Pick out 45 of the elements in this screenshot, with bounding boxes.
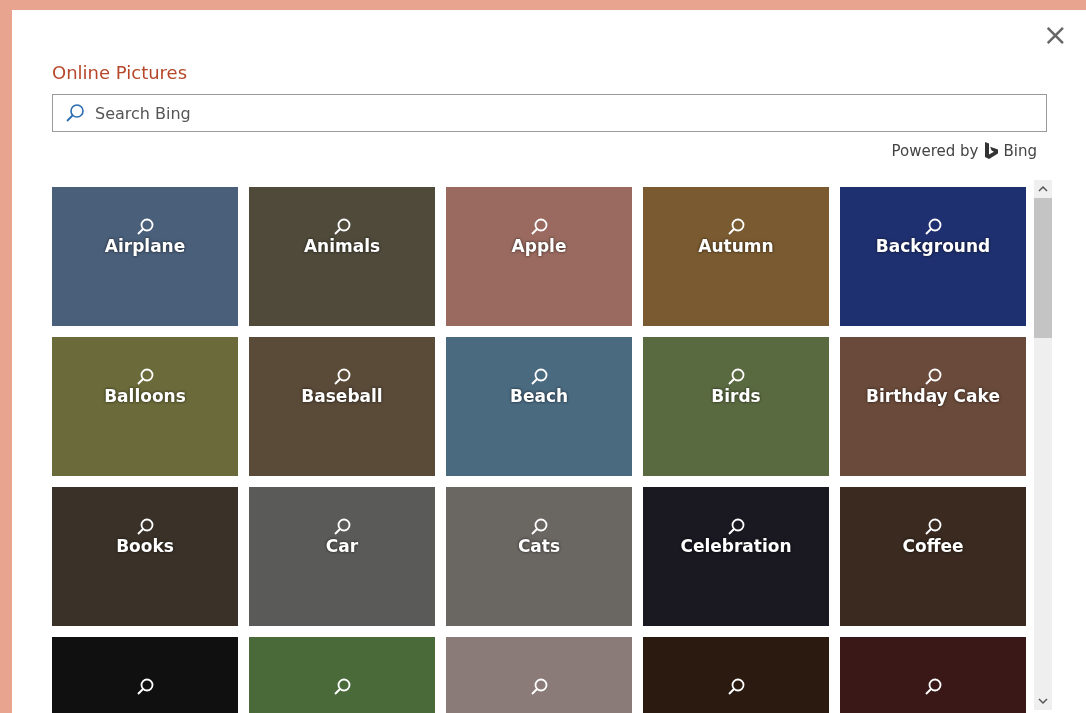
picture-category-tile[interactable]: Airplane bbox=[52, 186, 238, 326]
picture-category-tile[interactable]: Birthday Cake bbox=[840, 336, 1026, 476]
powered-by-text: Powered by bbox=[891, 141, 979, 162]
picture-category-tile[interactable]: Autumn bbox=[643, 186, 829, 326]
picture-category-tile[interactable]: Beach bbox=[446, 336, 632, 476]
search-icon bbox=[529, 516, 549, 537]
picture-category-tile[interactable]: Books bbox=[52, 486, 238, 626]
bing-logo-icon bbox=[984, 142, 998, 161]
search-icon bbox=[529, 676, 549, 697]
search-icon bbox=[135, 676, 155, 697]
search-icon bbox=[135, 516, 155, 537]
scroll-down-icon[interactable] bbox=[1038, 696, 1048, 705]
bing-brand-text: Bing bbox=[1003, 141, 1037, 162]
search-icon bbox=[529, 366, 549, 387]
search-icon bbox=[726, 516, 746, 537]
close-button[interactable]: × bbox=[1038, 20, 1072, 50]
search-icon bbox=[135, 216, 155, 237]
picture-category-tile[interactable]: Background bbox=[840, 186, 1026, 326]
picture-category-tile[interactable]: Car bbox=[249, 486, 435, 626]
search-icon bbox=[726, 676, 746, 697]
picture-category-tile[interactable]: Celebration bbox=[643, 486, 829, 626]
picture-category-tile[interactable]: Baseball bbox=[249, 336, 435, 476]
search-icon bbox=[923, 676, 943, 697]
picture-category-tile[interactable]: Coffee bbox=[840, 486, 1026, 626]
search-icon bbox=[923, 366, 943, 387]
search-icon bbox=[332, 366, 352, 387]
scroll-up-icon[interactable] bbox=[1038, 184, 1048, 193]
search-icon bbox=[135, 366, 155, 387]
search-icon bbox=[332, 516, 352, 537]
search-field[interactable]: Search Bing bbox=[52, 94, 1047, 132]
search-icon bbox=[923, 516, 943, 537]
search-icon bbox=[529, 216, 549, 237]
picture-category-tile[interactable]: Cats bbox=[446, 486, 632, 626]
picture-category-tile[interactable]: Animals bbox=[249, 186, 435, 326]
search-icon bbox=[332, 676, 352, 697]
search-icon bbox=[332, 216, 352, 237]
dialog-title: Online Pictures bbox=[52, 61, 188, 85]
picture-category-tile[interactable]: Balloons bbox=[52, 336, 238, 476]
search-icon bbox=[923, 216, 943, 237]
picture-category-tile[interactable]: Birds bbox=[643, 336, 829, 476]
scrollbar[interactable] bbox=[1034, 179, 1052, 710]
search-icon bbox=[726, 366, 746, 387]
picture-category-tile[interactable]: Apple bbox=[446, 186, 632, 326]
search-icon bbox=[726, 216, 746, 237]
scrollbar-thumb[interactable] bbox=[1034, 197, 1052, 338]
